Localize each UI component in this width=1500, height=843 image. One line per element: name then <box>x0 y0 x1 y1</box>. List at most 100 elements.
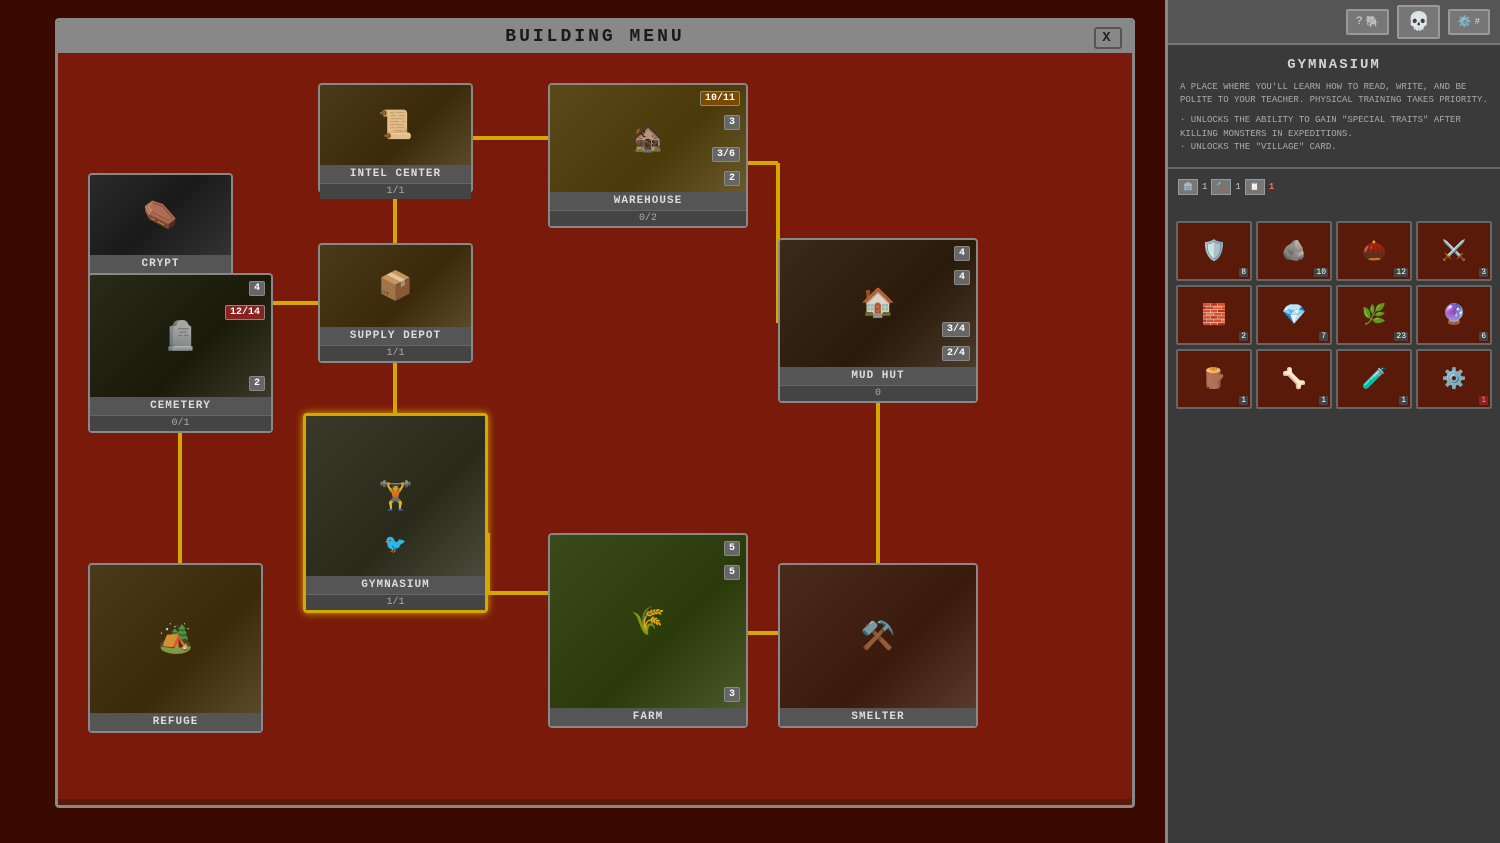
refuge-card[interactable]: 🏕️ REFUGE <box>88 563 263 733</box>
inv-count-5: 7 <box>1319 332 1328 341</box>
smelter-icon: ⚒️ <box>780 565 976 708</box>
inv-count-4: 2 <box>1239 332 1248 341</box>
menu-title: BUILDING MENU <box>505 27 684 47</box>
inv-count-7: 6 <box>1479 332 1488 341</box>
gymnasium-label: GYMNASIUM <box>306 576 485 594</box>
intel-image: 📜 <box>320 85 471 165</box>
warehouse-card[interactable]: 🏚️ 10/11 3 3/6 2 WAREHOUSE 0/2 <box>548 83 748 228</box>
farm-card[interactable]: 🌾 5 5 3 FARM <box>548 533 748 728</box>
sidebar-top-bar: ? 🐘 💀 ⚙️ # <box>1168 0 1500 45</box>
warehouse-res-3: 3/6 <box>712 147 740 162</box>
inv-slot-11[interactable]: ⚙️ 1 <box>1416 349 1492 409</box>
mud-hut-card[interactable]: 🏠 4 4 3/4 2/4 MUD HUT 0 <box>778 238 978 403</box>
mudhut-res-3: 3/4 <box>942 322 970 337</box>
sidebar-building-effects: · UNLOCKS THE ABILITY TO GAIN "SPECIAL T… <box>1180 114 1488 155</box>
intel-center-card[interactable]: 📜 INTEL CENTER 1/1 <box>318 83 473 193</box>
inv-count-9: 1 <box>1319 396 1328 405</box>
building-menu: BUILDING MENU X <box>55 18 1135 808</box>
help-button[interactable]: ? 🐘 <box>1346 9 1389 35</box>
building-res-icon-3: 📋 <box>1245 179 1265 195</box>
inv-count-11: 1 <box>1479 396 1488 405</box>
inv-count-10: 1 <box>1399 396 1408 405</box>
res-icon-group-2: 🔨 1 <box>1211 179 1240 195</box>
crypt-card[interactable]: ⚰️ CRYPT 0/1 <box>88 173 233 283</box>
inv-icon-6: 🌿 <box>1362 302 1387 328</box>
cemetery-icon: 🪦 <box>90 275 271 397</box>
inv-icon-1: 🪨 <box>1282 238 1307 264</box>
res-icon-group-1: 🏛️ 1 <box>1178 179 1207 195</box>
inv-slot-1[interactable]: 🪨 10 <box>1256 221 1332 281</box>
building-res-icon-1: 🏛️ <box>1178 179 1198 195</box>
gymnasium-card[interactable]: 🏋️ 🐦 GYMNASIUM 1/1 <box>303 413 488 613</box>
mudhut-res-2: 4 <box>954 270 970 285</box>
warehouse-image: 🏚️ 10/11 3 3/6 2 <box>550 85 746 192</box>
cemetery-res-2: 12/14 <box>225 305 265 320</box>
supply-icon: 📦 <box>320 245 471 327</box>
mudhut-counter: 0 <box>780 385 976 401</box>
skull-icon: 💀 <box>1407 11 1429 33</box>
farm-res-1: 5 <box>724 541 740 556</box>
close-button[interactable]: X <box>1094 27 1122 49</box>
game-area: BUILDING MENU X <box>0 0 1165 843</box>
intel-counter: 1/1 <box>320 183 471 199</box>
effect-1: · UNLOCKS THE ABILITY TO GAIN "SPECIAL T… <box>1180 114 1488 141</box>
settings-icon: ⚙️ <box>1458 15 1472 29</box>
inv-slot-7[interactable]: 🔮 6 <box>1416 285 1492 345</box>
inv-icon-7: 🔮 <box>1442 302 1467 328</box>
menu-header: BUILDING MENU X <box>58 21 1132 53</box>
gymnasium-counter: 1/1 <box>306 594 485 610</box>
refuge-image: 🏕️ <box>90 565 261 713</box>
inv-count-8: 1 <box>1239 396 1248 405</box>
settings-button[interactable]: ⚙️ # <box>1448 9 1490 35</box>
sidebar: ? 🐘 💀 ⚙️ # GYMNASIUM A PLACE WHERE YOU'L… <box>1165 0 1500 843</box>
menu-content: ⚰️ CRYPT 0/1 📜 INTEL CENTER 1/1 🏚️ 10/11… <box>58 53 1132 799</box>
refuge-label: REFUGE <box>90 713 261 731</box>
building-res-count-2: 1 <box>1235 182 1240 192</box>
warehouse-res-4: 2 <box>724 171 740 186</box>
inv-count-2: 12 <box>1394 268 1408 277</box>
res-icon-group-3: 📋 1 <box>1245 179 1274 195</box>
mudhut-image: 🏠 4 4 3/4 2/4 <box>780 240 976 367</box>
supply-depot-card[interactable]: 📦 SUPPLY DEPOT 1/1 <box>318 243 473 363</box>
cemetery-image: 🪦 4 12/14 2 <box>90 275 271 397</box>
sidebar-building-desc: A PLACE WHERE YOU'LL LEARN HOW TO READ, … <box>1180 81 1488 106</box>
warehouse-counter: 0/2 <box>550 210 746 226</box>
inv-slot-6[interactable]: 🌿 23 <box>1336 285 1412 345</box>
inv-icon-2: 🌰 <box>1362 238 1387 264</box>
supply-image: 📦 <box>320 245 471 327</box>
inv-slot-9[interactable]: 🦴 1 <box>1256 349 1332 409</box>
inv-slot-4[interactable]: 🧱 2 <box>1176 285 1252 345</box>
inv-slot-3[interactable]: ⚔️ 3 <box>1416 221 1492 281</box>
help-icon: ? <box>1356 16 1363 28</box>
warehouse-res-1: 10/11 <box>700 91 740 106</box>
inv-slot-10[interactable]: 🧪 1 <box>1336 349 1412 409</box>
inv-count-6: 23 <box>1394 332 1408 341</box>
inv-slot-8[interactable]: 🪵 1 <box>1176 349 1252 409</box>
smelter-label: SMELTER <box>780 708 976 726</box>
skull-button[interactable]: 💀 <box>1397 5 1439 39</box>
inv-slot-0[interactable]: 🛡️ 8 <box>1176 221 1252 281</box>
inv-icon-10: 🧪 <box>1362 366 1387 392</box>
cemetery-res-1: 4 <box>249 281 265 296</box>
gymnasium-image: 🏋️ 🐦 <box>306 416 485 576</box>
farm-res-2: 5 <box>724 565 740 580</box>
sidebar-building-info: GYMNASIUM A PLACE WHERE YOU'LL LEARN HOW… <box>1168 45 1500 169</box>
supply-label: SUPPLY DEPOT <box>320 327 471 345</box>
inv-slot-5[interactable]: 💎 7 <box>1256 285 1332 345</box>
inv-slot-2[interactable]: 🌰 12 <box>1336 221 1412 281</box>
smelter-image: ⚒️ <box>780 565 976 708</box>
sidebar-resources: 🏛️ 1 🔨 1 📋 1 <box>1168 169 1500 213</box>
intel-icon: 📜 <box>320 85 471 165</box>
inv-icon-9: 🦴 <box>1282 366 1307 392</box>
intel-label: INTEL CENTER <box>320 165 471 183</box>
cemetery-card[interactable]: 🪦 4 12/14 2 CEMETERY 0/1 <box>88 273 273 433</box>
farm-res-3: 3 <box>724 687 740 702</box>
smelter-card[interactable]: ⚒️ SMELTER <box>778 563 978 728</box>
building-res-count-1: 1 <box>1202 182 1207 192</box>
building-res-count-3: 1 <box>1269 182 1274 192</box>
inv-icon-3: ⚔️ <box>1442 238 1467 264</box>
building-res-icon-2: 🔨 <box>1211 179 1231 195</box>
inv-icon-4: 🧱 <box>1202 302 1227 328</box>
elephant-icon: 🐘 <box>1366 15 1380 29</box>
inv-icon-5: 💎 <box>1282 302 1307 328</box>
